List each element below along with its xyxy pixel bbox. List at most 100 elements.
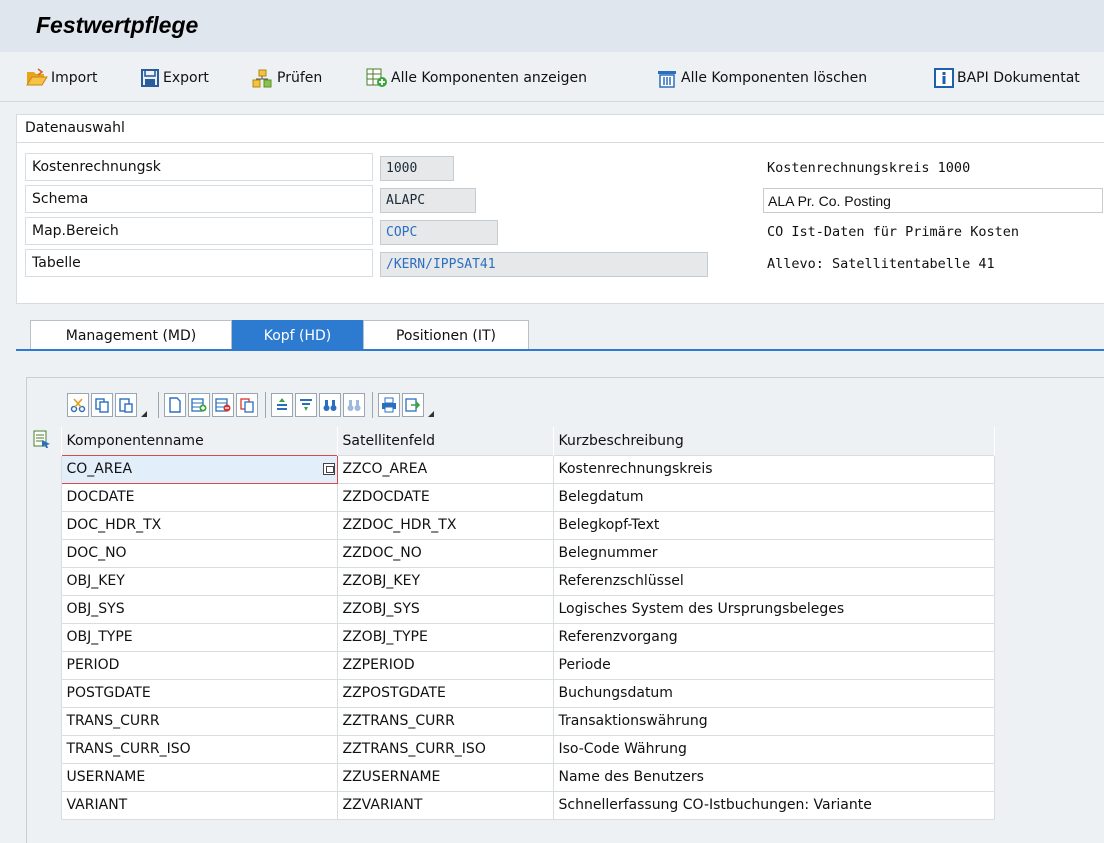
row-selector[interactable] <box>31 567 62 595</box>
cell-text: USERNAME <box>66 769 146 785</box>
table-row[interactable]: POSTGDATE ZZPOSTGDATE Buchungsdatum <box>31 678 995 708</box>
show-all-components-button[interactable]: Alle Komponenten anzeigen <box>366 66 587 90</box>
kurzbeschreibung-cell[interactable]: Belegdatum <box>552 482 995 512</box>
kostenrechnungskreis-field[interactable]: 1000 <box>380 156 454 181</box>
satellitenfeld-cell[interactable]: ZZOBJ_KEY <box>336 566 554 596</box>
komponentenname-cell[interactable]: CO_AREA <box>60 454 338 484</box>
satellitenfeld-cell[interactable]: ZZDOC_HDR_TX <box>336 510 554 540</box>
duplicate-icon <box>240 398 254 413</box>
import-button[interactable]: Import <box>26 66 97 90</box>
sort-button[interactable] <box>271 393 293 417</box>
tab-kopf[interactable]: Kopf (HD) <box>232 320 363 350</box>
filter-button[interactable] <box>295 393 317 417</box>
column-header-satellitenfeld[interactable]: Satellitenfeld <box>337 427 554 455</box>
select-all-cell[interactable] <box>31 427 62 455</box>
row-selector[interactable] <box>31 623 62 651</box>
bapi-documentation-button[interactable]: BAPI Dokumentat <box>934 66 1080 90</box>
pruefen-button[interactable]: Prüfen <box>252 66 322 90</box>
komponentenname-cell[interactable]: DOCDATE <box>60 482 338 512</box>
column-header-komponentenname[interactable]: Komponentenname <box>61 427 338 455</box>
export-button[interactable]: Export <box>140 66 209 90</box>
table-row[interactable]: OBJ_KEY ZZOBJ_KEY Referenzschlüssel <box>31 566 995 596</box>
table-row[interactable]: OBJ_SYS ZZOBJ_SYS Logisches System des Urs… <box>31 594 995 624</box>
insert-row-button[interactable] <box>188 393 210 417</box>
paste-dropdown[interactable] <box>139 393 149 417</box>
table-row[interactable]: PERIOD ZZPERIOD Periode <box>31 650 995 680</box>
row-selector[interactable] <box>31 455 62 483</box>
row-selector[interactable] <box>31 511 62 539</box>
satellitenfeld-cell[interactable]: ZZOBJ_SYS <box>336 594 554 624</box>
kurzbeschreibung-cell[interactable]: Buchungsdatum <box>552 678 995 708</box>
kurzbeschreibung-cell[interactable]: Periode <box>552 650 995 680</box>
satellitenfeld-cell[interactable]: ZZPOSTGDATE <box>336 678 554 708</box>
satellitenfeld-cell[interactable]: ZZPERIOD <box>336 650 554 680</box>
table-row[interactable]: TRANS_CURR_ISO ZZTRANS_CURR_ISO Iso-Code W… <box>31 734 995 764</box>
kurzbeschreibung-cell[interactable]: Schnellerfassung CO-Istbuchungen: Varian… <box>552 790 995 820</box>
kurzbeschreibung-cell[interactable]: Belegkopf-Text <box>552 510 995 540</box>
satellitenfeld-cell[interactable]: ZZCO_AREA <box>336 454 554 484</box>
export-grid-button[interactable] <box>402 393 424 417</box>
komponentenname-cell[interactable]: USERNAME <box>60 762 338 792</box>
duplicate-row-button[interactable] <box>236 393 258 417</box>
export-dropdown[interactable] <box>426 393 436 417</box>
row-selector[interactable] <box>31 735 62 763</box>
komponentenname-cell[interactable]: PERIOD <box>60 650 338 680</box>
komponentenname-cell[interactable]: DOC_HDR_TX <box>60 510 338 540</box>
table-row[interactable]: DOC_NO ZZDOC_NO Belegnummer <box>31 538 995 568</box>
new-row-button[interactable] <box>164 393 186 417</box>
find-button[interactable] <box>319 393 341 417</box>
row-selector[interactable] <box>31 763 62 791</box>
print-button[interactable] <box>378 393 400 417</box>
kurzbeschreibung-cell[interactable]: Belegnummer <box>552 538 995 568</box>
table-row[interactable]: VARIANT ZZVARIANT Schnellerfassung CO-Istb… <box>31 790 995 820</box>
komponentenname-cell[interactable]: POSTGDATE <box>60 678 338 708</box>
kurzbeschreibung-cell[interactable]: Iso-Code Währung <box>552 734 995 764</box>
cell-expand-icon[interactable] <box>322 462 335 475</box>
satellitenfeld-cell[interactable]: ZZVARIANT <box>336 790 554 820</box>
kurzbeschreibung-cell[interactable]: Kostenrechnungskreis <box>552 454 995 484</box>
row-selector[interactable] <box>31 707 62 735</box>
komponentenname-cell[interactable]: OBJ_TYPE <box>60 622 338 652</box>
komponentenname-cell[interactable]: DOC_NO <box>60 538 338 568</box>
column-header-kurzbeschreibung[interactable]: Kurzbeschreibung <box>553 427 995 455</box>
tabelle-field[interactable]: /KERN/IPPSAT41 <box>380 252 708 277</box>
table-row[interactable]: CO_AREA ZZCO_AREA Kostenrechnungskreis <box>31 454 995 484</box>
satellitenfeld-cell[interactable]: ZZTRANS_CURR <box>336 706 554 736</box>
schema-field[interactable]: ALAPC <box>380 188 476 213</box>
table-row[interactable]: OBJ_TYPE ZZOBJ_TYPE Referenzvorgang <box>31 622 995 652</box>
delete-all-components-button[interactable]: Alle Komponenten löschen <box>656 66 867 90</box>
table-row[interactable]: DOCDATE ZZDOCDATE Belegdatum <box>31 482 995 512</box>
row-selector[interactable] <box>31 791 62 819</box>
kurzbeschreibung-cell[interactable]: Referenzschlüssel <box>552 566 995 596</box>
paste-button[interactable] <box>115 393 137 417</box>
satellitenfeld-cell[interactable]: ZZTRANS_CURR_ISO <box>336 734 554 764</box>
table-row[interactable]: TRANS_CURR ZZTRANS_CURR Transaktionswährun… <box>31 706 995 736</box>
komponentenname-cell[interactable]: TRANS_CURR_ISO <box>60 734 338 764</box>
kurzbeschreibung-cell[interactable]: Transaktionswährung <box>552 706 995 736</box>
satellitenfeld-cell[interactable]: ZZUSERNAME <box>336 762 554 792</box>
cut-button[interactable] <box>67 393 89 417</box>
komponentenname-cell[interactable]: TRANS_CURR <box>60 706 338 736</box>
komponentenname-cell[interactable]: OBJ_KEY <box>60 566 338 596</box>
tab-management[interactable]: Management (MD) <box>30 320 232 350</box>
kurzbeschreibung-cell[interactable]: Name des Benutzers <box>552 762 995 792</box>
satellitenfeld-cell[interactable]: ZZOBJ_TYPE <box>336 622 554 652</box>
row-selector[interactable] <box>31 595 62 623</box>
row-selector[interactable] <box>31 483 62 511</box>
satellitenfeld-cell[interactable]: ZZDOCDATE <box>336 482 554 512</box>
copy-button[interactable] <box>91 393 113 417</box>
map-bereich-field[interactable]: COPC <box>380 220 498 245</box>
row-selector[interactable] <box>31 651 62 679</box>
komponentenname-cell[interactable]: VARIANT <box>60 790 338 820</box>
find-next-button[interactable] <box>343 393 365 417</box>
table-row[interactable]: DOC_HDR_TX ZZDOC_HDR_TX Belegkopf-Text <box>31 510 995 540</box>
satellitenfeld-cell[interactable]: ZZDOC_NO <box>336 538 554 568</box>
tab-positionen[interactable]: Positionen (IT) <box>363 320 529 350</box>
row-selector[interactable] <box>31 539 62 567</box>
table-row[interactable]: USERNAME ZZUSERNAME Name des Benutzers <box>31 762 995 792</box>
delete-row-button[interactable] <box>212 393 234 417</box>
kurzbeschreibung-cell[interactable]: Referenzvorgang <box>552 622 995 652</box>
kurzbeschreibung-cell[interactable]: Logisches System des Ursprungsbeleges <box>552 594 995 624</box>
komponentenname-cell[interactable]: OBJ_SYS <box>60 594 338 624</box>
row-selector[interactable] <box>31 679 62 707</box>
